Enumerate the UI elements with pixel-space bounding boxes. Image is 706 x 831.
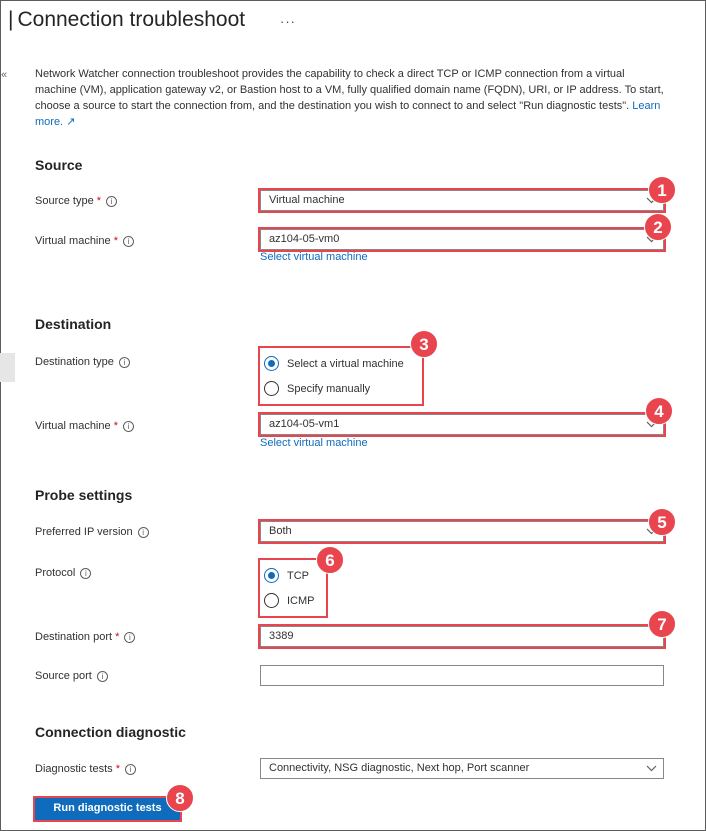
destination-type-radio-group: Select a virtual machine Specify manuall… <box>258 346 424 406</box>
info-icon: i <box>125 763 136 775</box>
radio-button-selected[interactable] <box>264 356 279 371</box>
info-icon: i <box>122 235 134 247</box>
source-vm-label: Virtual machine * i <box>35 235 134 247</box>
protocol-label: Protocol i <box>35 567 92 579</box>
more-options-icon[interactable]: ··· <box>280 14 296 29</box>
callout-badge-1: 1 <box>648 176 676 204</box>
source-port-input[interactable] <box>260 665 664 686</box>
radio-button-selected[interactable] <box>264 568 279 583</box>
diagnostic-tests-label: Diagnostic tests * i <box>35 763 136 775</box>
callout-badge-4: 4 <box>645 397 673 425</box>
run-diagnostic-tests-button[interactable]: Run diagnostic tests <box>33 796 182 822</box>
callout-badge-5: 5 <box>648 508 676 536</box>
page-title: | Connection troubleshoot <box>8 8 246 31</box>
radio-button[interactable] <box>264 381 279 396</box>
section-destination-title: Destination <box>35 316 112 332</box>
callout-badge-2: 2 <box>644 213 672 241</box>
diagnostic-tests-select[interactable]: Connectivity, NSG diagnostic, Next hop, … <box>260 758 664 779</box>
callout-badge-7: 7 <box>648 610 676 638</box>
ip-version-select[interactable]: Both <box>258 519 666 544</box>
callout-badge-8: 8 <box>166 784 194 812</box>
collapse-icon[interactable]: « <box>1 69 7 81</box>
destination-port-input[interactable]: 3389 <box>258 624 666 649</box>
callout-badge-6: 6 <box>316 546 344 574</box>
description: Network Watcher connection troubleshoot … <box>35 66 665 130</box>
info-icon: i <box>118 356 130 368</box>
info-icon: i <box>80 567 92 579</box>
source-type-label: Source type * i <box>35 195 118 207</box>
destination-vm-select[interactable]: az104-05-vm1 <box>258 412 666 437</box>
external-link-icon: ↗ <box>66 116 76 128</box>
side-panel-tab[interactable] <box>0 353 15 382</box>
info-icon: i <box>106 195 118 207</box>
section-probe-title: Probe settings <box>35 487 133 503</box>
description-text: Network Watcher connection troubleshoot … <box>35 68 664 112</box>
source-type-select[interactable]: Virtual machine <box>258 188 666 213</box>
radio-icmp[interactable]: ICMP <box>264 588 320 613</box>
destination-type-label: Destination type i <box>35 356 130 368</box>
info-icon: i <box>124 631 136 643</box>
select-source-vm-link[interactable]: Select virtual machine <box>260 251 368 263</box>
info-icon: i <box>96 670 108 682</box>
source-port-label: Source port i <box>35 670 108 682</box>
callout-badge-3: 3 <box>410 330 438 358</box>
destination-port-label: Destination port * i <box>35 631 136 643</box>
source-vm-select[interactable]: az104-05-vm0 <box>258 227 666 252</box>
chevron-down-icon <box>646 761 657 775</box>
section-diagnostic-title: Connection diagnostic <box>35 724 186 740</box>
radio-specify-manually[interactable]: Specify manually <box>264 376 416 401</box>
info-icon: i <box>137 526 149 538</box>
section-source-title: Source <box>35 157 83 173</box>
info-icon: i <box>122 420 134 432</box>
radio-button[interactable] <box>264 593 279 608</box>
radio-tcp[interactable]: TCP <box>264 563 320 588</box>
destination-vm-label: Virtual machine * i <box>35 420 134 432</box>
select-destination-vm-link[interactable]: Select virtual machine <box>260 437 368 449</box>
ip-version-label: Preferred IP version i <box>35 526 149 538</box>
radio-select-vm[interactable]: Select a virtual machine <box>264 351 416 376</box>
